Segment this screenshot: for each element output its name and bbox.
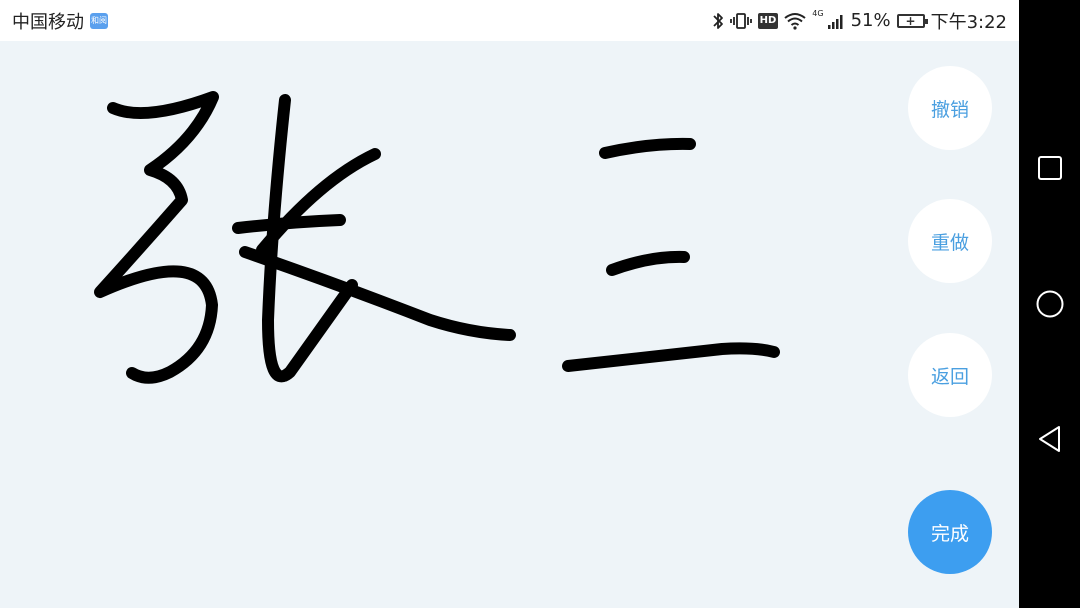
square-icon (1038, 156, 1062, 180)
status-right: HD 4G 51% + 下午3:22 (712, 8, 1007, 34)
home-button[interactable] (1033, 287, 1067, 321)
battery-icon: + (896, 13, 928, 28)
network-type-label: 4G (812, 9, 824, 18)
undo-button[interactable]: 撤销 (908, 66, 992, 150)
done-button[interactable]: 完成 (908, 490, 992, 574)
stroke-san-3 (562, 342, 780, 372)
circle-icon (1036, 290, 1064, 318)
stroke-san-2 (606, 250, 690, 276)
recent-apps-button[interactable] (1033, 151, 1067, 185)
signature-canvas[interactable] (0, 41, 1019, 608)
hd-icon: HD (757, 12, 779, 29)
stroke-san-1 (599, 137, 696, 159)
nav-back-button[interactable] (1033, 422, 1067, 456)
redo-button[interactable]: 重做 (908, 199, 992, 283)
status-bar: 中国移动 和阅 HD 4G 51% + 下午3:22 (0, 0, 1019, 41)
signature-strokes (94, 91, 780, 384)
stroke-chang-long (239, 246, 516, 341)
status-time: 下午3:22 (930, 11, 1007, 33)
bluetooth-icon (712, 12, 723, 29)
status-left: 中国移动 和阅 (12, 8, 108, 34)
vibrate-icon (729, 12, 752, 29)
stroke-chang-short (232, 214, 346, 234)
battery-percent: 51% (850, 10, 891, 31)
back-button[interactable]: 返回 (908, 333, 992, 417)
stroke-gong (94, 91, 219, 384)
carrier-name: 中国移动 (12, 11, 84, 33)
wifi-icon (784, 12, 806, 30)
signal-icon (827, 14, 843, 29)
stroke-chang-vertical (262, 94, 358, 383)
signature-screen: 中国移动 和阅 HD 4G 51% + 下午3:22 撤销 重做 返回 完成 (0, 0, 1019, 608)
carrier-badge-icon: 和阅 (90, 12, 108, 29)
system-navigation-bar (1019, 0, 1080, 608)
triangle-back-icon (1039, 426, 1060, 452)
